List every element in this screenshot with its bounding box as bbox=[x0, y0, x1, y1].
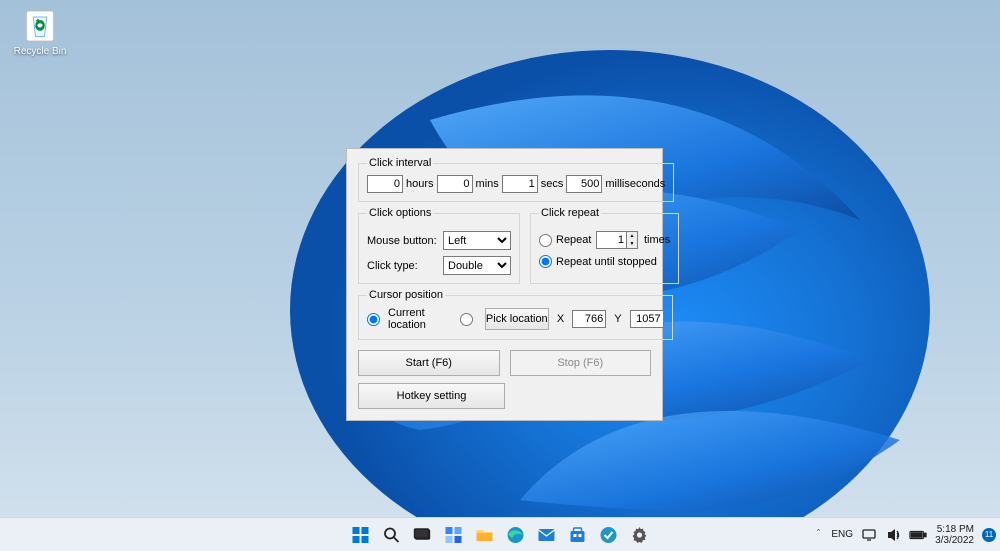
click-options-legend: Click options bbox=[367, 207, 433, 219]
store-icon[interactable] bbox=[565, 522, 591, 548]
start-button[interactable]: Start (F6) bbox=[358, 350, 500, 376]
edge-icon[interactable] bbox=[503, 522, 529, 548]
click-repeat-group: Click repeat Repeat ▲▼ times Repeat unti… bbox=[530, 207, 679, 284]
widgets-icon[interactable] bbox=[441, 522, 467, 548]
x-input[interactable] bbox=[572, 310, 606, 328]
mins-input[interactable] bbox=[437, 175, 473, 193]
recycle-bin-icon[interactable]: Recycle Bin bbox=[10, 8, 70, 57]
taskbar: ＾ ENG 5:18 PM 3/3/2022 11 bbox=[0, 517, 1000, 551]
clock-date: 3/3/2022 bbox=[935, 535, 974, 546]
cursor-position-legend: Cursor position bbox=[367, 289, 445, 301]
tray-overflow-icon[interactable]: ＾ bbox=[813, 527, 823, 542]
mouse-button-select[interactable]: Left bbox=[443, 231, 511, 250]
repeat-times-label: times bbox=[644, 234, 670, 246]
click-repeat-legend: Click repeat bbox=[539, 207, 601, 219]
repeat-n-radio[interactable] bbox=[539, 234, 552, 247]
autoclicker-window: Click interval hours mins secs milliseco… bbox=[346, 148, 663, 421]
task-view-icon[interactable] bbox=[410, 522, 436, 548]
notification-badge[interactable]: 11 bbox=[982, 528, 996, 542]
ms-input[interactable] bbox=[566, 175, 602, 193]
language-indicator[interactable]: ENG bbox=[831, 529, 853, 540]
start-button-icon[interactable] bbox=[348, 522, 374, 548]
mouse-button-label: Mouse button: bbox=[367, 235, 443, 247]
stop-button[interactable]: Stop (F6) bbox=[510, 350, 652, 376]
click-interval-legend: Click interval bbox=[367, 157, 433, 169]
secs-label: secs bbox=[541, 178, 564, 190]
secs-input[interactable] bbox=[502, 175, 538, 193]
ms-label: milliseconds bbox=[605, 178, 665, 190]
current-location-radio[interactable] bbox=[367, 313, 380, 326]
y-input[interactable] bbox=[630, 310, 664, 328]
hotkey-button[interactable]: Hotkey setting bbox=[358, 383, 505, 409]
repeat-spin-down[interactable]: ▼ bbox=[627, 240, 637, 248]
click-options-group: Click options Mouse button: Left Click t… bbox=[358, 207, 520, 284]
click-interval-group: Click interval hours mins secs milliseco… bbox=[358, 157, 674, 202]
repeat-until-label: Repeat until stopped bbox=[556, 256, 657, 268]
todo-icon[interactable] bbox=[596, 522, 622, 548]
volume-icon[interactable] bbox=[885, 526, 903, 544]
repeat-times-input[interactable] bbox=[596, 231, 626, 249]
mins-label: mins bbox=[476, 178, 499, 190]
current-location-label: Current location bbox=[388, 307, 444, 331]
clock[interactable]: 5:18 PM 3/3/2022 bbox=[935, 524, 974, 546]
pick-location-button[interactable]: Pick location bbox=[485, 308, 549, 330]
settings-icon[interactable] bbox=[627, 522, 653, 548]
recycle-bin-label: Recycle Bin bbox=[14, 46, 67, 57]
battery-icon[interactable] bbox=[909, 526, 927, 544]
repeat-n-label: Repeat bbox=[556, 234, 596, 246]
search-icon[interactable] bbox=[379, 522, 405, 548]
hours-label: hours bbox=[406, 178, 434, 190]
click-type-label: Click type: bbox=[367, 260, 443, 272]
repeat-spin-up[interactable]: ▲ bbox=[627, 232, 637, 240]
y-label: Y bbox=[614, 313, 621, 325]
clock-time: 5:18 PM bbox=[935, 524, 974, 535]
network-icon[interactable] bbox=[861, 526, 879, 544]
file-explorer-icon[interactable] bbox=[472, 522, 498, 548]
hours-input[interactable] bbox=[367, 175, 403, 193]
click-type-select[interactable]: Double bbox=[443, 256, 511, 275]
x-label: X bbox=[557, 313, 564, 325]
mail-icon[interactable] bbox=[534, 522, 560, 548]
repeat-until-radio[interactable] bbox=[539, 255, 552, 268]
pick-location-radio[interactable] bbox=[460, 313, 473, 326]
cursor-position-group: Cursor position Current location Pick lo… bbox=[358, 289, 673, 340]
